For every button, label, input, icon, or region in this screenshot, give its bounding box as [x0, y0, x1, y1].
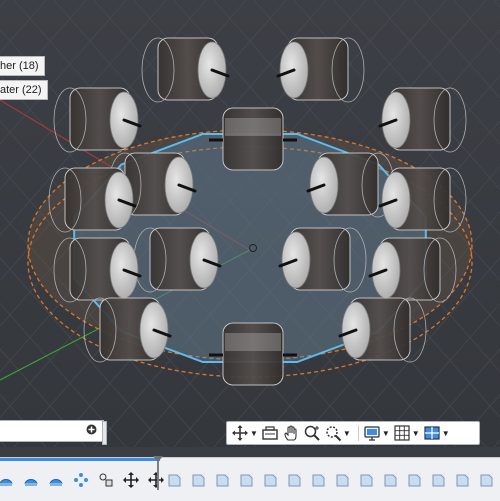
timeline-feature-icon[interactable] — [310, 472, 326, 488]
pan-hand-icon[interactable] — [282, 423, 300, 443]
browser-tooltip-1[interactable]: her (18) — [0, 56, 45, 76]
timeline-feature-icon[interactable] — [262, 472, 278, 488]
timeline-feature-icon[interactable] — [238, 472, 254, 488]
motor-body[interactable] — [53, 87, 142, 153]
viewports-icon[interactable]: ▼ — [423, 423, 450, 443]
timeline — [0, 456, 500, 501]
browser-strip — [0, 420, 107, 445]
timeline-feature-icon[interactable] — [478, 472, 494, 488]
timeline-feature-icon[interactable] — [166, 472, 182, 488]
scene-canvas — [0, 0, 500, 447]
sketch-icon[interactable] — [0, 472, 14, 488]
motor-body[interactable] — [276, 37, 365, 103]
zoom-icon[interactable] — [303, 423, 321, 443]
timeline-feature-icon[interactable] — [382, 472, 398, 488]
browser-strip-edge — [102, 421, 107, 445]
move-icon[interactable] — [148, 472, 164, 488]
timeline-feature-icon[interactable] — [358, 472, 374, 488]
timeline-progress — [0, 458, 160, 461]
display-monitor-icon[interactable]: ▼ — [363, 423, 390, 443]
browser-tooltip-2[interactable]: ater (22) — [0, 80, 48, 100]
move-icon[interactable] — [123, 472, 139, 488]
motor-body[interactable] — [378, 87, 467, 153]
sketch-icon[interactable] — [23, 472, 39, 488]
sketch-icon[interactable] — [48, 472, 64, 488]
toolbar-separator — [357, 425, 359, 441]
timeline-feature-icon[interactable] — [214, 472, 230, 488]
timeline-feature-icon[interactable] — [190, 472, 206, 488]
joint-icon[interactable] — [98, 472, 114, 488]
timeline-track — [0, 464, 500, 494]
timeline-feature-icon[interactable] — [286, 472, 302, 488]
timeline-feature-icon[interactable] — [334, 472, 350, 488]
3d-viewport[interactable]: her (18) ater (22) — [0, 0, 500, 447]
zoom-window-icon[interactable]: ▼ — [324, 423, 351, 443]
timeline-feature-icon[interactable] — [454, 472, 470, 488]
pattern-icon[interactable] — [73, 472, 89, 488]
grid-icon[interactable]: ▼ — [393, 423, 420, 443]
plus-circle-icon[interactable] — [86, 422, 97, 440]
timeline-feature-icon[interactable] — [430, 472, 446, 488]
timeline-marker[interactable] — [153, 456, 163, 490]
look-at-icon[interactable] — [261, 423, 279, 443]
timeline-feature-icon[interactable] — [406, 472, 422, 488]
orbit-icon[interactable]: ▼ — [231, 423, 258, 443]
navigation-bar: ▼ ▼ ▼ ▼ ▼ — [226, 421, 480, 445]
